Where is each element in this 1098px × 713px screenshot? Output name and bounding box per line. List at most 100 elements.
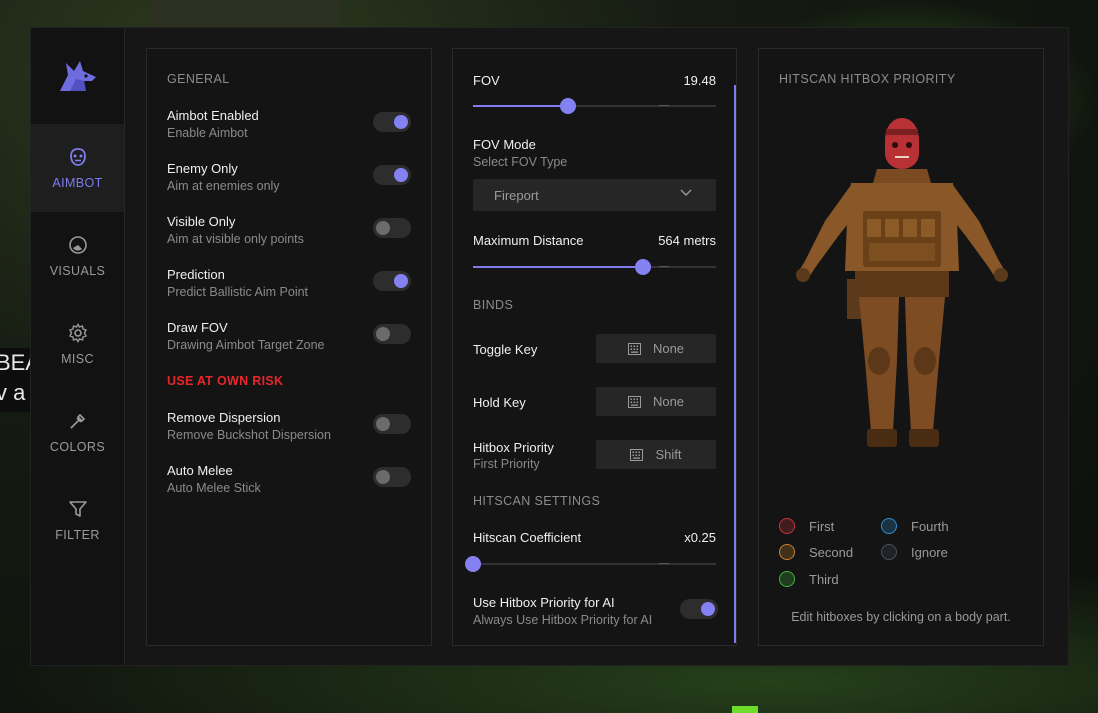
hold-key-button[interactable]: None xyxy=(596,387,716,416)
fov-label: FOV xyxy=(473,73,500,88)
fov-value: 19.48 xyxy=(683,73,716,88)
fov-mode-select[interactable]: Fireport xyxy=(473,179,716,211)
wolf-logo-icon xyxy=(59,61,96,91)
fov-mode-option: FOV Mode Select FOV Type xyxy=(473,137,716,169)
auto-melee-toggle[interactable] xyxy=(373,467,411,487)
background-figure xyxy=(150,0,340,28)
toggle-knob xyxy=(376,327,390,341)
max-distance-slider-row xyxy=(473,259,716,275)
hitscan-slider-row xyxy=(465,556,716,572)
legend-dot-fourth xyxy=(881,518,897,534)
fov-slider[interactable] xyxy=(473,98,716,114)
legend-label: Third xyxy=(809,571,839,587)
slider-tick xyxy=(659,266,669,267)
hitscan-coefficient-value: x0.25 xyxy=(684,530,716,545)
risk-warning: USE AT OWN RISK xyxy=(167,374,284,388)
legend-label: Fourth xyxy=(911,518,949,534)
aimbot-enabled-toggle[interactable] xyxy=(373,112,411,132)
binds-title: BINDS xyxy=(473,298,514,312)
nav-visuals-label: VISUALS xyxy=(49,263,106,278)
nav-colors[interactable]: COLORS xyxy=(31,388,124,476)
legend-second: Second xyxy=(779,544,853,560)
hitbox-hint: Edit hitboxes by clicking on a body part… xyxy=(791,610,1011,624)
bind-toggle-key: Toggle Key None xyxy=(473,334,716,363)
legend-dot-second xyxy=(779,544,795,560)
prediction-toggle[interactable] xyxy=(373,271,411,291)
hitscan-coefficient-label: Hitscan Coefficient xyxy=(473,530,582,545)
legend-dot-ignore xyxy=(881,544,897,560)
background-marker xyxy=(732,706,758,713)
legend-fourth: Fourth xyxy=(881,518,949,534)
toggle-knob xyxy=(376,221,390,235)
draw-fov-toggle[interactable] xyxy=(373,324,411,344)
hitscan-coefficient-slider[interactable] xyxy=(465,556,716,572)
hitbox-panel: HITSCAN HITBOX PRIORITY First Fourth Sec… xyxy=(758,48,1044,646)
hitscan-coefficient-row: Hitscan Coefficient x0.25 xyxy=(473,530,716,545)
option-subtitle: Select FOV Type xyxy=(473,155,568,169)
max-distance-row: Maximum Distance 564 metrs xyxy=(473,233,716,248)
option-remove-dispersion: Remove Dispersion Remove Buckshot Disper… xyxy=(167,410,411,442)
slider-fill xyxy=(473,105,568,107)
legend-ignore: Ignore xyxy=(881,544,948,560)
keyboard-icon xyxy=(627,395,641,408)
sidebar: AIMBOT VISUALS MISC COLORS FILTER xyxy=(31,28,125,665)
toggle-knob xyxy=(376,417,390,431)
fov-mode-selected: Fireport xyxy=(494,188,539,203)
nav-filter-label: FILTER xyxy=(55,527,100,542)
toggle-knob xyxy=(394,168,408,182)
legend-label: Ignore xyxy=(911,544,948,560)
option-subtitle: Always Use Hitbox Priority for AI xyxy=(473,613,653,627)
legend-label: First xyxy=(809,518,835,534)
settings-panel: FOV 19.48 FOV Mode Select FOV Type Firep… xyxy=(452,48,737,646)
settings-scrollbar[interactable] xyxy=(734,85,736,643)
chevron-down-icon xyxy=(680,189,692,196)
nav-misc-label: MISC xyxy=(61,351,94,366)
legend-dot-third xyxy=(779,571,795,587)
background-text-line: v a xyxy=(0,380,26,405)
fov-row: FOV 19.48 xyxy=(473,73,716,88)
slider-tick xyxy=(659,105,669,106)
bind-hitbox-priority: Hitbox Priority First Priority Shift xyxy=(473,440,716,471)
key-value: Shift xyxy=(655,447,682,462)
option-title: FOV Mode xyxy=(473,137,536,152)
slider-thumb[interactable] xyxy=(559,98,576,114)
option-prediction: Prediction Predict Ballistic Aim Point xyxy=(167,267,411,299)
option-auto-melee: Auto Melee Auto Melee Stick xyxy=(167,463,411,495)
key-value: None xyxy=(652,341,685,356)
general-panel: GENERAL Aimbot Enabled Enable Aimbot Ene… xyxy=(146,48,432,646)
nav-filter[interactable]: FILTER xyxy=(31,476,124,564)
eye-icon xyxy=(68,235,87,254)
background-text-line: BEA xyxy=(0,350,30,375)
keyboard-icon xyxy=(627,342,641,355)
option-use-hitbox-ai: Use Hitbox Priority for AI Always Use Hi… xyxy=(473,595,718,627)
soldier-model[interactable] xyxy=(759,111,1045,491)
hitbox-priority-key-button[interactable]: Shift xyxy=(596,440,716,469)
remove-dispersion-toggle[interactable] xyxy=(373,414,411,434)
toggle-knob xyxy=(376,470,390,484)
enemy-only-toggle[interactable] xyxy=(373,165,411,185)
toggle-knob xyxy=(394,115,408,129)
gear-icon xyxy=(68,322,87,343)
slider-thumb[interactable] xyxy=(465,556,481,572)
nav-aimbot[interactable]: AIMBOT xyxy=(31,124,124,212)
background-side-text: BEA v a xyxy=(0,348,30,412)
slider-thumb[interactable] xyxy=(635,259,652,275)
option-visible-only: Visible Only Aim at visible only points xyxy=(167,214,411,246)
nav-visuals[interactable]: VISUALS xyxy=(31,212,124,300)
use-hitbox-ai-toggle[interactable] xyxy=(680,599,718,619)
logo xyxy=(31,28,124,124)
keyboard-icon xyxy=(630,448,644,461)
eyedropper-icon xyxy=(69,413,85,429)
max-distance-slider[interactable] xyxy=(473,259,716,275)
legend-third: Third xyxy=(779,571,839,587)
visible-only-toggle[interactable] xyxy=(373,218,411,238)
toggle-knob xyxy=(701,602,715,616)
option-draw-fov: Draw FOV Drawing Aimbot Target Zone xyxy=(167,320,411,352)
hitscan-settings-title: HITSCAN SETTINGS xyxy=(473,494,601,508)
cheat-menu-window: AIMBOT VISUALS MISC COLORS FILTER GENERA… xyxy=(30,27,1069,666)
toggle-key-button[interactable]: None xyxy=(596,334,716,363)
nav-misc[interactable]: MISC xyxy=(31,300,124,388)
option-aimbot-enabled: Aimbot Enabled Enable Aimbot xyxy=(167,108,411,140)
bind-hold-key: Hold Key None xyxy=(473,387,716,416)
fov-slider-row xyxy=(473,98,716,114)
